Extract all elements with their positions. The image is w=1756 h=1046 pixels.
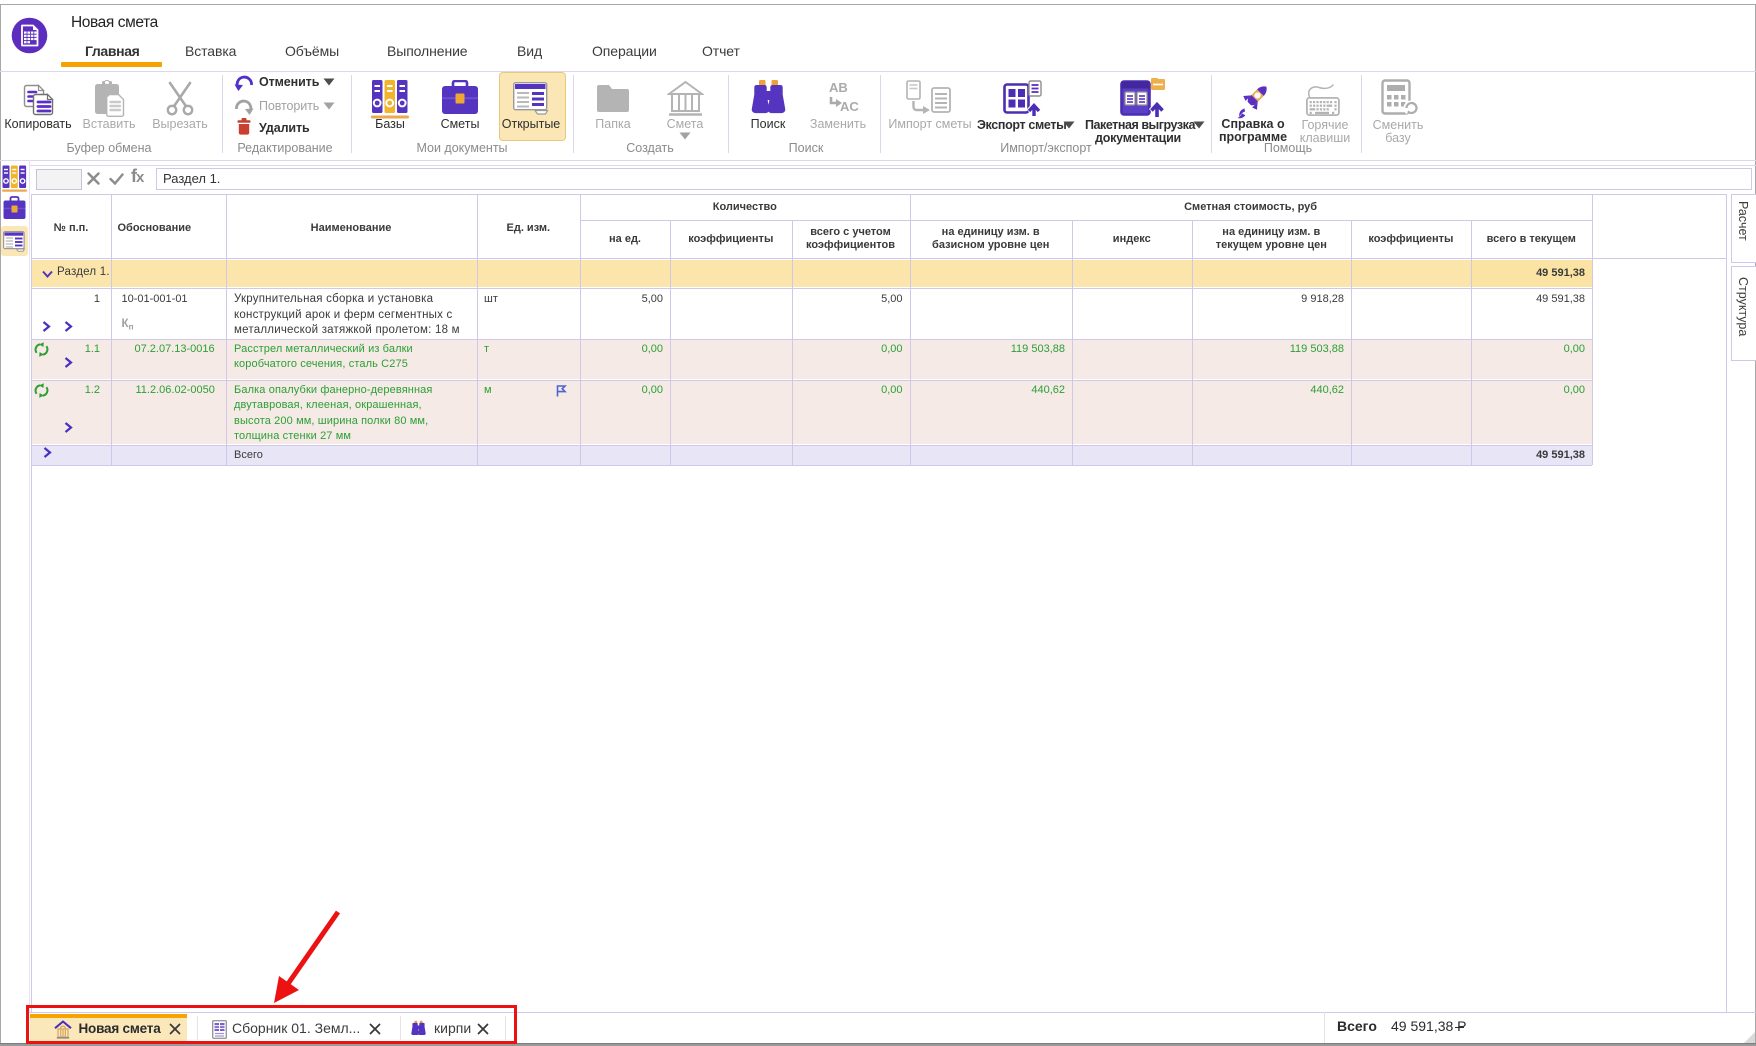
svg-text:AB: AB [829, 80, 848, 95]
svg-text:AC: AC [840, 99, 859, 114]
